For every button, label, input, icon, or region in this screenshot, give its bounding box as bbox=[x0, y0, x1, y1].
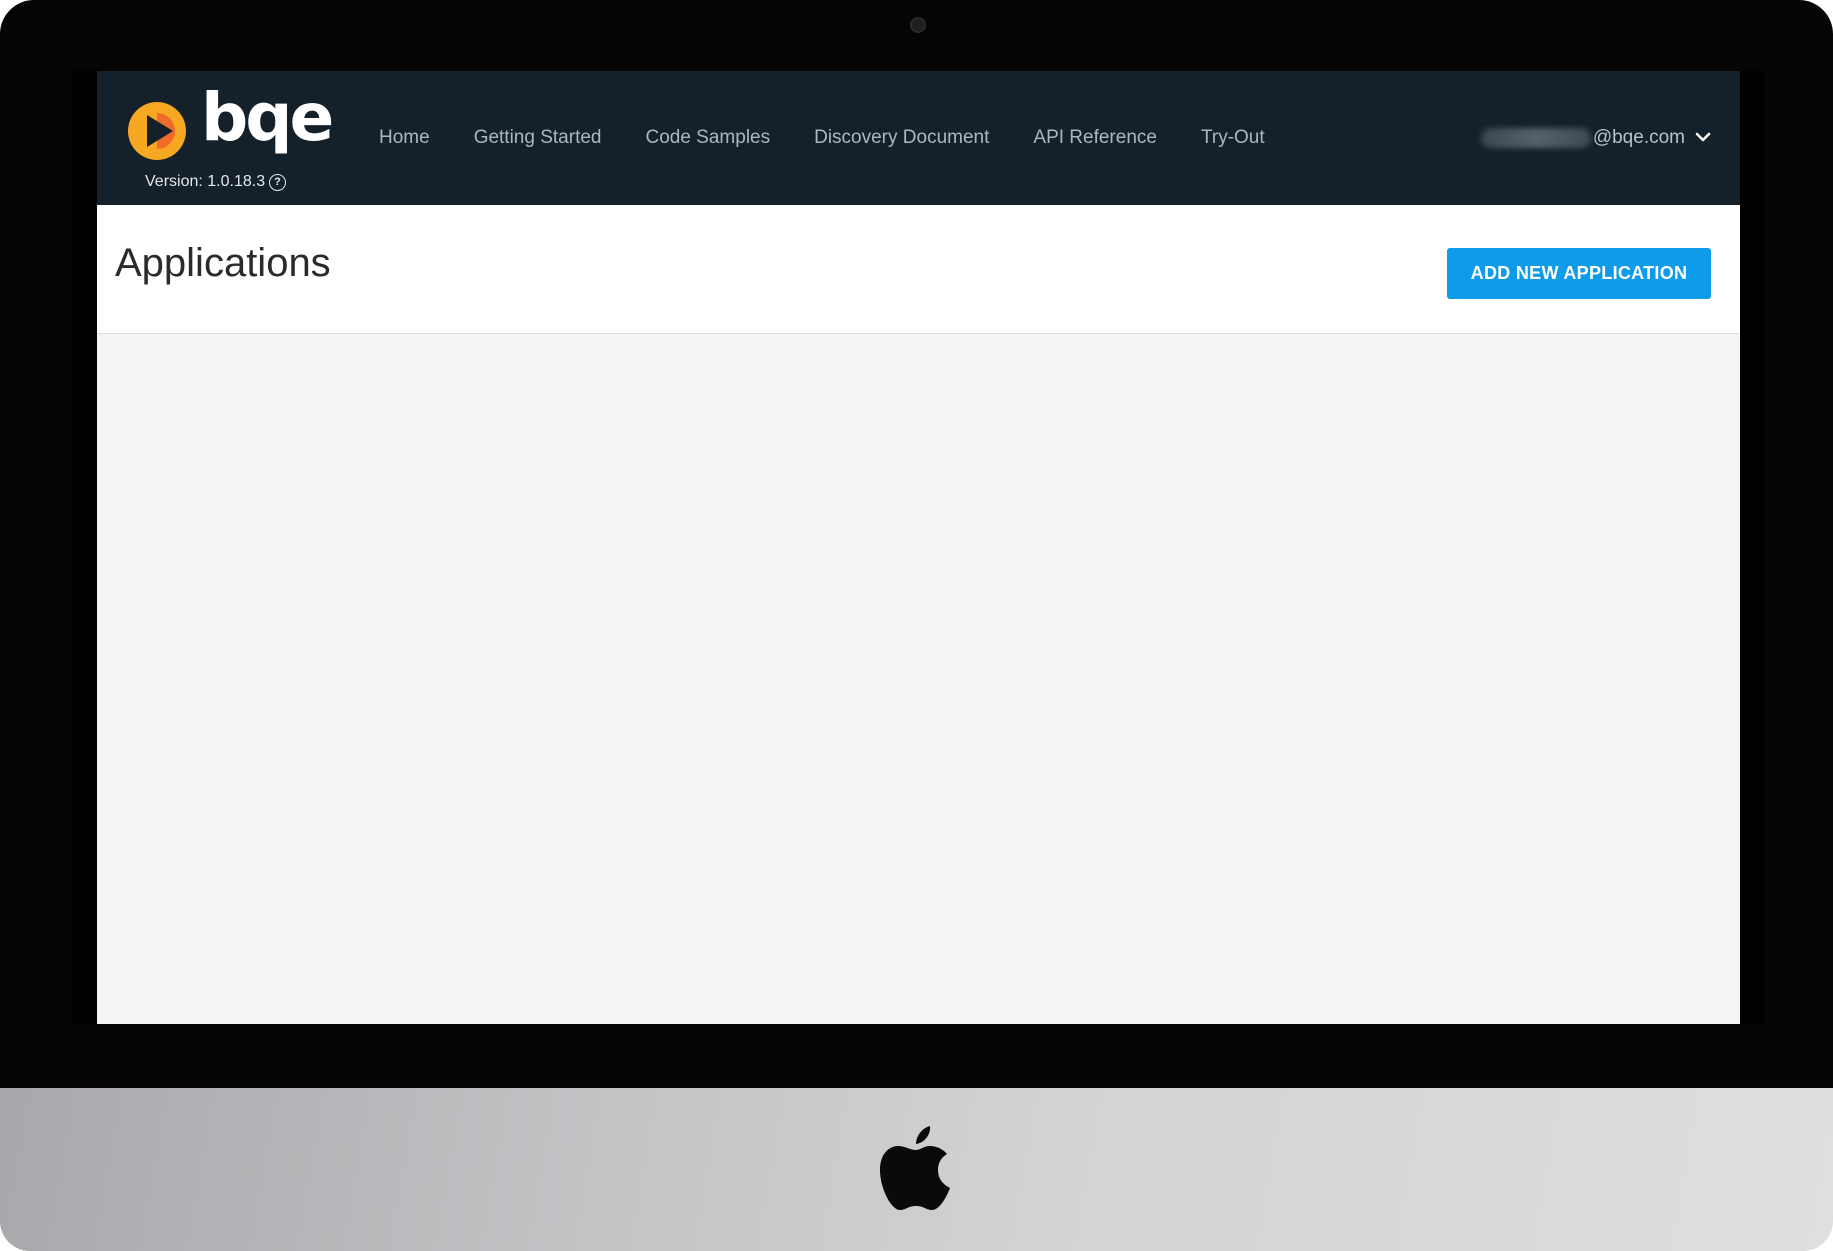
user-menu[interactable]: @bqe.com bbox=[1480, 127, 1712, 149]
help-circle-icon[interactable]: ? bbox=[269, 174, 286, 191]
apple-logo-icon bbox=[880, 1126, 950, 1210]
top-navbar: bqe Version: 1.0.18.3 ? Home Getting Sta… bbox=[97, 71, 1740, 205]
version-label: Version: 1.0.18.3 bbox=[145, 173, 266, 190]
nav-item-try-out[interactable]: Try-Out bbox=[1201, 127, 1265, 149]
nav-item-getting-started[interactable]: Getting Started bbox=[474, 127, 602, 149]
user-name-redacted bbox=[1480, 128, 1591, 148]
main-nav: Home Getting Started Code Samples Discov… bbox=[379, 127, 1309, 149]
add-new-application-button[interactable]: ADD NEW APPLICATION bbox=[1447, 248, 1711, 299]
brand-name[interactable]: bqe bbox=[201, 85, 334, 151]
chevron-down-icon[interactable] bbox=[1694, 131, 1712, 145]
monitor-chin bbox=[0, 1088, 1833, 1251]
nav-item-code-samples[interactable]: Code Samples bbox=[645, 127, 770, 149]
nav-item-home[interactable]: Home bbox=[379, 127, 430, 149]
page-header: Applications ADD NEW APPLICATION bbox=[97, 205, 1740, 334]
bqe-logo-icon[interactable] bbox=[127, 101, 187, 161]
page-title: Applications bbox=[115, 241, 331, 285]
app-window: bqe Version: 1.0.18.3 ? Home Getting Sta… bbox=[97, 71, 1740, 1024]
screen: bqe Version: 1.0.18.3 ? Home Getting Sta… bbox=[72, 71, 1764, 1024]
nav-item-discovery-document[interactable]: Discovery Document bbox=[814, 127, 989, 149]
nav-item-api-reference[interactable]: API Reference bbox=[1033, 127, 1157, 149]
camera-icon bbox=[910, 17, 926, 33]
monitor-frame: bqe Version: 1.0.18.3 ? Home Getting Sta… bbox=[0, 0, 1833, 1251]
user-email: @bqe.com bbox=[1592, 127, 1685, 148]
